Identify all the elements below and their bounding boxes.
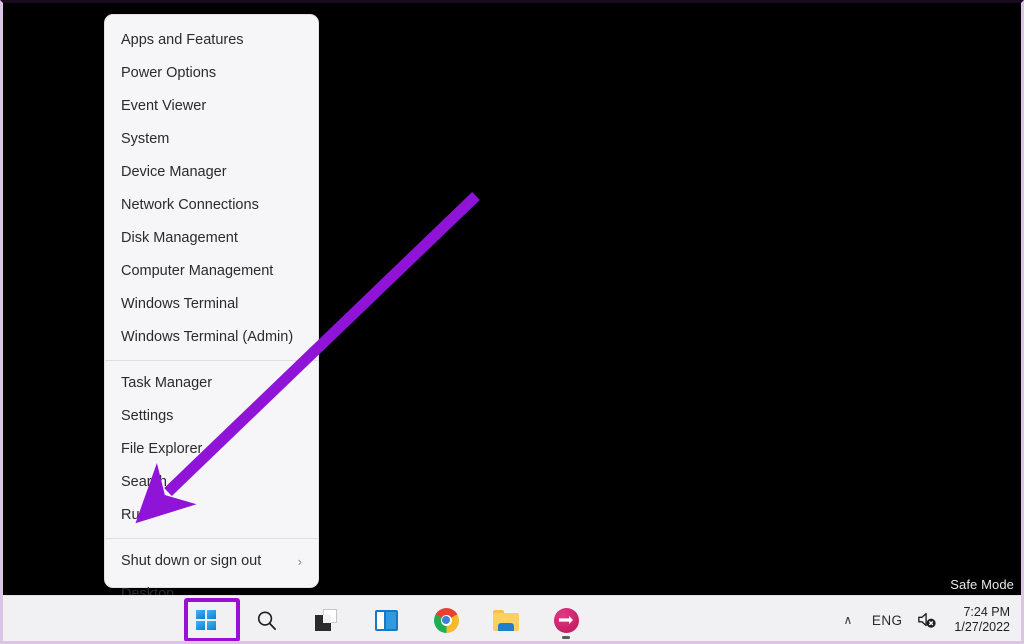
menu-separator	[105, 360, 318, 361]
menu-item-label: Apps and Features	[121, 32, 244, 48]
start-button[interactable]	[186, 600, 226, 640]
menu-item-label: Run	[121, 507, 148, 523]
speaker-muted-icon	[918, 612, 937, 628]
widgets-button[interactable]	[366, 600, 406, 640]
chrome-button[interactable]	[426, 600, 466, 640]
stop-badge-icon	[553, 607, 579, 639]
menu-item-label: Settings	[121, 408, 174, 424]
screenshot-root: Safe Mode Apps and Features Power Option…	[0, 0, 1024, 644]
volume-muted-button[interactable]	[916, 610, 938, 630]
running-indicator	[562, 635, 570, 639]
taskbar-button-group	[186, 596, 586, 644]
menu-item-label: System	[121, 131, 170, 147]
menu-item-label: Search	[121, 474, 167, 490]
menu-item-task-manager[interactable]: Task Manager	[105, 367, 318, 400]
menu-item-system[interactable]: System	[105, 123, 318, 156]
menu-item-computer-management[interactable]: Computer Management	[105, 255, 318, 288]
clock[interactable]: 7:24 PM 1/27/2022	[952, 605, 1010, 635]
pinned-app-button[interactable]	[546, 600, 586, 640]
menu-item-file-explorer[interactable]: File Explorer	[105, 433, 318, 466]
menu-item-device-manager[interactable]: Device Manager	[105, 156, 318, 189]
clock-time: 7:24 PM	[963, 605, 1010, 619]
menu-item-disk-management[interactable]: Disk Management	[105, 222, 318, 255]
menu-item-label: Disk Management	[121, 230, 238, 246]
menu-separator	[105, 538, 318, 539]
menu-item-label: Event Viewer	[121, 98, 207, 114]
menu-group-tools: Task Manager Settings File Explorer Sear…	[105, 367, 318, 532]
system-tray: ∧ ENG 7:24 PM 1/27/2022	[838, 596, 1014, 644]
menu-item-label: Task Manager	[121, 375, 213, 391]
menu-item-label: Device Manager	[121, 164, 227, 180]
chrome-icon	[433, 607, 459, 633]
menu-item-label: Power Options	[121, 65, 217, 81]
menu-item-search[interactable]: Search	[105, 466, 318, 499]
menu-item-apps-and-features[interactable]: Apps and Features	[105, 24, 318, 57]
menu-item-label: File Explorer	[121, 441, 203, 457]
menu-item-event-viewer[interactable]: Event Viewer	[105, 90, 318, 123]
search-icon	[257, 610, 276, 630]
menu-group-system: Apps and Features Power Options Event Vi…	[105, 24, 318, 354]
taskbar[interactable]: ∧ ENG 7:24 PM 1/27/2022	[0, 595, 1024, 644]
clock-date: 1/27/2022	[954, 620, 1010, 634]
menu-item-shut-down-or-sign-out[interactable]: Shut down or sign out ›	[105, 545, 318, 578]
menu-item-power-options[interactable]: Power Options	[105, 57, 318, 90]
file-explorer-button[interactable]	[486, 600, 526, 640]
menu-item-windows-terminal-admin[interactable]: Windows Terminal (Admin)	[105, 321, 318, 354]
menu-item-label: Windows Terminal	[121, 296, 239, 312]
menu-item-network-connections[interactable]: Network Connections	[105, 189, 318, 222]
menu-item-windows-terminal[interactable]: Windows Terminal	[105, 288, 318, 321]
task-view-button[interactable]	[306, 600, 346, 640]
menu-item-settings[interactable]: Settings	[105, 400, 318, 433]
chevron-right-icon: ›	[297, 554, 302, 569]
show-hidden-icons-button[interactable]: ∧	[838, 613, 858, 627]
menu-item-run[interactable]: Run	[105, 499, 318, 532]
search-button[interactable]	[246, 600, 286, 640]
widgets-icon	[374, 609, 398, 631]
winx-power-user-menu[interactable]: Apps and Features Power Options Event Vi…	[104, 14, 319, 602]
windows-logo-icon	[195, 609, 217, 631]
menu-item-label: Windows Terminal (Admin)	[121, 329, 294, 345]
menu-item-label: Network Connections	[121, 197, 259, 213]
task-view-icon	[315, 609, 337, 631]
folder-icon	[493, 609, 519, 631]
safe-mode-watermark: Safe Mode	[950, 577, 1014, 592]
language-indicator[interactable]: ENG	[872, 613, 902, 628]
menu-item-label: Computer Management	[121, 263, 274, 279]
menu-item-label: Shut down or sign out	[121, 553, 262, 569]
